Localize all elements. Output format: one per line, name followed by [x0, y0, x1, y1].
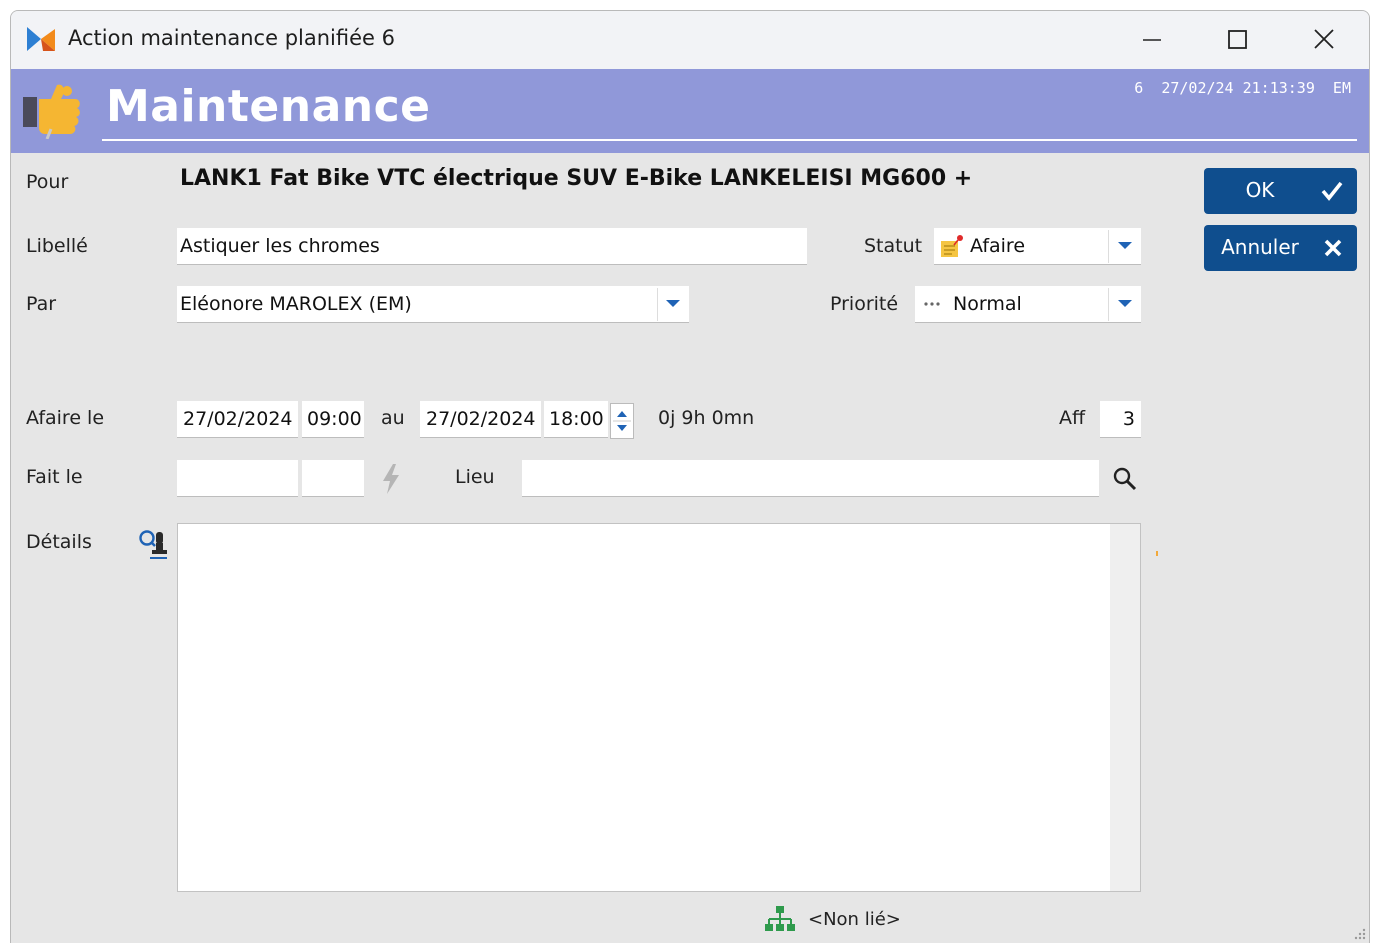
lightning-icon[interactable] — [380, 463, 402, 495]
ok-label: OK — [1245, 178, 1275, 202]
lieu-label: Lieu — [455, 466, 495, 488]
statut-label: Statut — [864, 235, 923, 257]
priorite-select[interactable]: Normal — [915, 286, 1141, 323]
libelle-input[interactable]: Astiquer les chromes — [177, 228, 807, 265]
resize-grip-icon[interactable] — [1353, 927, 1367, 941]
marker-dot — [1156, 551, 1158, 556]
par-label: Par — [26, 293, 57, 315]
link-status[interactable]: <Non lié> — [808, 909, 901, 930]
stamp-search-icon[interactable] — [137, 528, 171, 562]
pour-label: Pour — [26, 171, 69, 193]
module-title: Maintenance — [106, 81, 431, 132]
close-x-icon — [1324, 239, 1342, 257]
details-label: Détails — [26, 531, 92, 553]
dialog-window: Action maintenance planifiée 6 Maintenan… — [10, 10, 1370, 943]
checkmark-icon — [1321, 181, 1343, 201]
statut-select[interactable]: Afaire — [934, 228, 1141, 265]
search-icon[interactable] — [1111, 465, 1139, 493]
start-date-input[interactable]: 27/02/2024 — [177, 401, 298, 438]
maintenance-thumb-icon — [23, 84, 80, 139]
duration-text: 0j 9h 0mn — [658, 407, 755, 429]
title-bar[interactable]: Action maintenance planifiée 6 — [11, 11, 1369, 69]
time-spinner[interactable] — [610, 403, 634, 439]
end-date-input[interactable]: 27/02/2024 — [420, 401, 541, 438]
ok-button[interactable]: OK — [1204, 168, 1357, 214]
fait-label: Fait le — [26, 466, 83, 488]
header-underline — [102, 139, 1357, 141]
pour-value: LANK1 Fat Bike VTC électrique SUV E-Bike… — [180, 166, 973, 191]
maximize-icon[interactable] — [1221, 25, 1253, 55]
details-scrollbar[interactable] — [1110, 524, 1140, 891]
par-select[interactable]: Eléonore MAROLEX (EM) — [177, 286, 689, 323]
chevron-down-icon[interactable] — [1118, 300, 1132, 307]
details-textarea[interactable] — [177, 523, 1141, 892]
end-time-input[interactable]: 18:00 — [544, 401, 608, 438]
statut-value: Afaire — [970, 235, 1026, 257]
minimize-icon[interactable] — [1136, 25, 1168, 55]
lieu-input[interactable] — [522, 460, 1099, 497]
priorite-value: Normal — [953, 293, 1022, 315]
libelle-label: Libellé — [26, 235, 88, 257]
hierarchy-icon[interactable] — [764, 905, 796, 935]
fait-date-input[interactable] — [177, 460, 298, 497]
cancel-button[interactable]: Annuler — [1204, 225, 1357, 271]
spinner-arrows-icon[interactable] — [611, 404, 633, 438]
chevron-down-icon[interactable] — [1118, 242, 1132, 249]
par-value: Eléonore MAROLEX (EM) — [180, 293, 412, 315]
aff-label: Aff — [1059, 407, 1086, 429]
priority-dots-icon — [924, 302, 940, 306]
chevron-down-icon[interactable] — [666, 300, 680, 307]
window-title: Action maintenance planifiée 6 — [68, 26, 395, 50]
start-time-input[interactable]: 09:00 — [302, 401, 364, 438]
module-header: Maintenance 6 27/02/24 21:13:39 EM — [11, 69, 1369, 153]
close-icon[interactable] — [1308, 25, 1340, 55]
aff-input[interactable]: 3 — [1100, 401, 1141, 438]
status-note-icon — [941, 235, 963, 257]
app-logo-icon — [27, 27, 55, 51]
cancel-label: Annuler — [1221, 235, 1299, 259]
priorite-label: Priorité — [830, 293, 899, 315]
afaire-label: Afaire le — [26, 407, 105, 429]
fait-time-input[interactable] — [302, 460, 364, 497]
au-label: au — [381, 407, 405, 429]
record-info: 6 27/02/24 21:13:39 EM — [1134, 79, 1351, 97]
